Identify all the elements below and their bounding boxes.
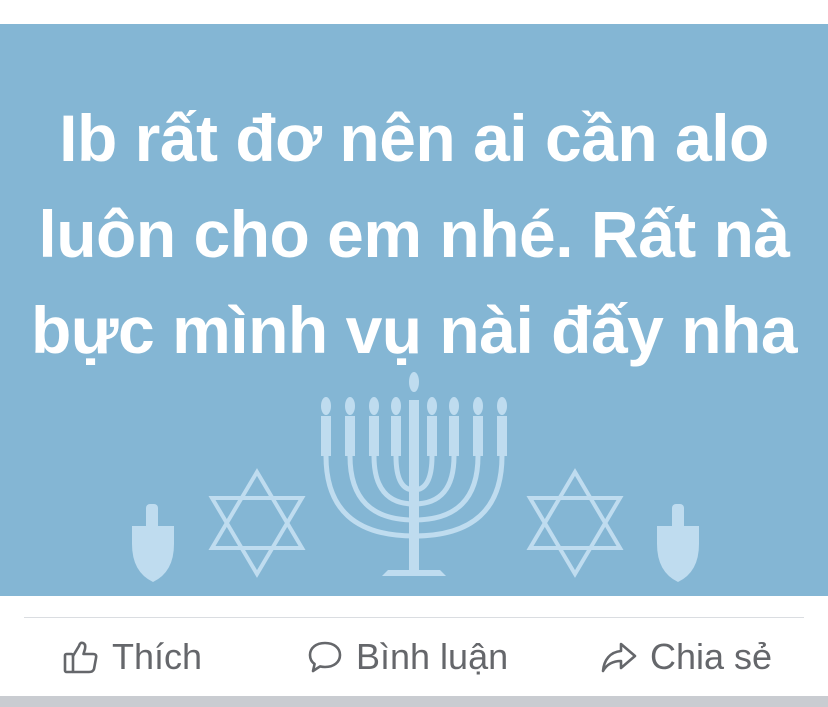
facebook-post: Ib rất đơ nên ai cần alo luôn cho em nhé… [0,0,828,707]
share-label: Chia sẻ [650,636,773,677]
dreidel-icon [132,504,174,582]
comment-button[interactable]: Bình luận [306,618,508,696]
dreidel-icon [657,504,699,582]
post-action-bar: Thích Bình luận Chia sẻ [0,618,828,696]
comment-label: Bình luận [356,636,509,677]
feed-separator [0,696,828,707]
like-label: Thích [112,636,203,677]
menorah-icon [321,372,507,576]
share-arrow-icon [600,638,638,676]
star-of-david-icon [208,468,306,578]
like-button[interactable]: Thích [62,618,202,696]
star-of-david-icon [526,468,624,578]
post-status-text: Ib rất đơ nên ai cần alo luôn cho em nhé… [30,101,798,367]
speech-bubble-icon [306,638,344,676]
share-button[interactable]: Chia sẻ [600,618,772,696]
thumbs-up-icon [62,638,100,676]
post-background-card: Ib rất đơ nên ai cần alo luôn cho em nhé… [0,24,828,596]
